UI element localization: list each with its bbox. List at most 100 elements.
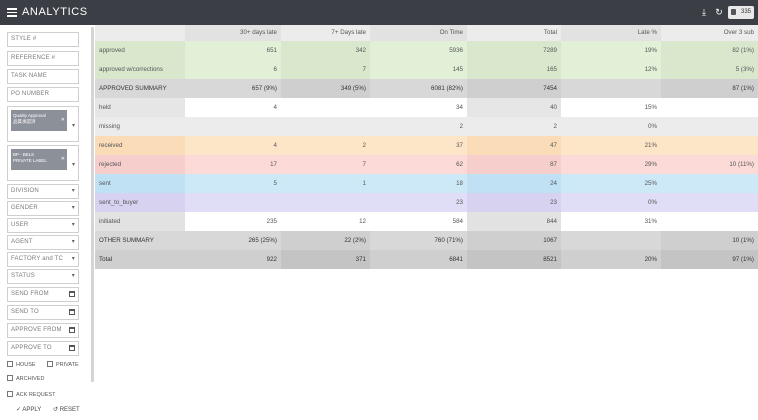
column-header[interactable]: Over 3 sub [661, 25, 758, 41]
table-cell: 371 [355, 256, 366, 263]
ack-request-label: ACK REQUEST [16, 392, 56, 398]
calendar-icon[interactable] [69, 291, 75, 297]
private-checkbox[interactable]: PRIVATE [47, 361, 79, 369]
chevron-down-icon[interactable]: ▾ [72, 122, 75, 129]
table-cell: 22 (2%) [344, 237, 366, 244]
table-cell: 97 (1%) [732, 256, 754, 263]
send-from-label: SEND FROM [11, 291, 49, 297]
table-cell: 6081 (82%) [431, 85, 463, 92]
calendar-icon[interactable] [69, 345, 75, 351]
table-row: held 4 34 40 15% [95, 98, 758, 117]
row-label: Total [99, 256, 113, 263]
customer-multiselect[interactable]: BP - BELK PRIVATE LABEL ✕ ▾ [7, 145, 79, 181]
row-label: held [99, 104, 111, 111]
po-number-input[interactable]: PO NUMBER [7, 87, 79, 102]
agent-select[interactable]: AGENT [7, 235, 79, 250]
task-name-input[interactable]: TASK NAME [7, 69, 79, 84]
column-header[interactable]: On Time [370, 25, 467, 41]
checkbox-box[interactable] [7, 391, 13, 397]
column-header[interactable]: 30+ days late [185, 25, 281, 41]
table-cell: 47 [550, 142, 557, 149]
approval-chip[interactable]: Quality Approval 品質承認済 ✕ [11, 110, 67, 131]
house-label: HOUSE [16, 362, 36, 368]
checkbox-box[interactable] [7, 361, 13, 367]
lock-icon [731, 9, 736, 15]
column-header[interactable]: 7+ Days late [281, 25, 370, 41]
table-cell: 25% [644, 180, 657, 187]
check-icon: ✓ [16, 407, 22, 413]
close-icon[interactable]: ✕ [61, 117, 65, 123]
reset-button[interactable]: ↺ RESET [53, 406, 80, 414]
table-row: sent 5 1 18 24 25% [95, 174, 758, 193]
archived-label: ARCHIVED [16, 376, 45, 382]
table-cell [661, 136, 758, 155]
send-to-date[interactable]: SEND TO [7, 305, 79, 320]
reference-input[interactable]: REFERENCE # [7, 51, 79, 66]
sidebar-scrollbar[interactable] [91, 27, 94, 382]
table-cell: 0% [648, 199, 657, 206]
table-cell: 2 [459, 123, 463, 130]
table-cell: 23 [550, 199, 557, 206]
checkbox-box[interactable] [7, 375, 13, 381]
table-row: received 4 2 37 47 21% [95, 136, 758, 155]
style-input[interactable]: STYLE # [7, 32, 79, 47]
customer-chip-line2: PRIVATE LABEL [13, 158, 47, 163]
archived-checkbox[interactable]: ARCHIVED [7, 375, 44, 383]
table-cell [185, 117, 281, 136]
table-cell: 87 [550, 161, 557, 168]
summary-row: OTHER SUMMARY 265 (25%) 22 (2%) 760 (71%… [95, 231, 758, 250]
total-row: Total 922 371 6841 8521 20% 97 (1%) [95, 250, 758, 269]
table-cell [281, 117, 370, 136]
status-select[interactable]: STATUS [7, 269, 79, 284]
table-cell: 82 (1%) [732, 47, 754, 54]
factory-select[interactable]: FACTORY and TC [7, 252, 79, 267]
table-header: 30+ days late 7+ Days late On Time Total… [95, 25, 758, 41]
calendar-icon[interactable] [69, 327, 75, 333]
approval-multiselect[interactable]: Quality Approval 品質承認済 ✕ ▾ [7, 106, 79, 142]
approve-to-date[interactable]: APPROVE TO [7, 341, 79, 356]
table-cell: 0% [648, 123, 657, 130]
gender-select[interactable]: GENDER [7, 201, 79, 216]
table-cell: 1067 [543, 237, 557, 244]
table-cell: 7289 [543, 47, 557, 54]
ack-request-checkbox[interactable]: ACK REQUEST [7, 391, 55, 399]
table-cell [661, 212, 758, 231]
notification-badge[interactable]: 335 [728, 6, 754, 19]
refresh-icon[interactable]: ↻ [714, 7, 724, 18]
close-icon[interactable]: ✕ [61, 156, 65, 162]
send-from-date[interactable]: SEND FROM [7, 287, 79, 302]
table-cell: 17 [270, 161, 277, 168]
table-row: rejected 17 7 62 87 29% 10 (11%) [95, 155, 758, 174]
apply-label: APPLY [22, 407, 42, 413]
apply-button[interactable]: ✓ APPLY [16, 406, 41, 414]
menu-icon[interactable] [7, 8, 17, 17]
top-bar: ANALYTICS ⤓ ↻ 335 [0, 0, 758, 25]
table-cell: 20% [644, 256, 657, 263]
checkbox-box[interactable] [47, 361, 53, 367]
calendar-icon[interactable] [69, 309, 75, 315]
division-select[interactable]: DIVISION [7, 184, 79, 199]
table-row: approved 651 342 5936 7289 19% 82 (1%) [95, 41, 758, 60]
table-cell: 10 (1%) [732, 237, 754, 244]
column-header[interactable]: Total [467, 25, 561, 41]
table-cell: 657 (9%) [251, 85, 277, 92]
row-label: rejected [99, 161, 122, 168]
approve-from-date[interactable]: APPROVE FROM [7, 323, 79, 338]
table-cell: 23 [456, 199, 463, 206]
chevron-down-icon[interactable]: ▾ [72, 161, 75, 168]
column-header[interactable]: Late % [561, 25, 661, 41]
table-cell: 760 (71%) [434, 237, 463, 244]
download-icon[interactable]: ⤓ [699, 7, 709, 18]
house-checkbox[interactable]: HOUSE [7, 361, 36, 369]
user-select[interactable]: USER [7, 218, 79, 233]
row-label: APPROVED SUMMARY [99, 85, 167, 92]
send-to-label: SEND TO [11, 309, 39, 315]
customer-chip[interactable]: BP - BELK PRIVATE LABEL ✕ [11, 149, 67, 170]
table-cell [185, 193, 281, 212]
table-cell: 145 [452, 66, 463, 73]
table-cell: 15% [644, 104, 657, 111]
table-row: sent_to_buyer 23 23 0% [95, 193, 758, 212]
table-cell: 87 (1%) [732, 85, 754, 92]
table-cell [661, 98, 758, 117]
table-cell: 7 [362, 161, 366, 168]
